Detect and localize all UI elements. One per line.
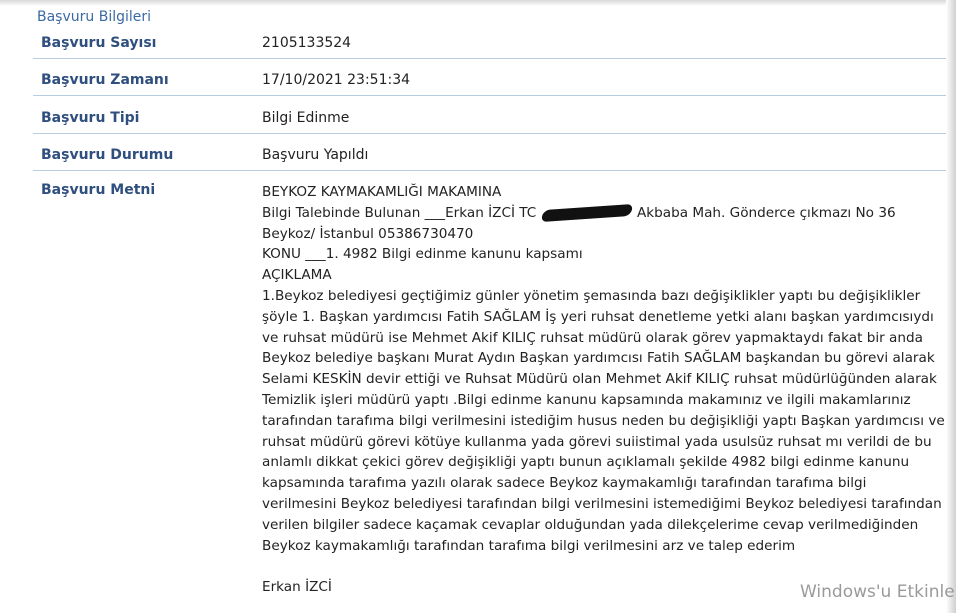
value-application-number: 2105133524 xyxy=(262,35,352,51)
text-line: BEYKOZ KAYMAKAMLIĞI MAKAMINA xyxy=(262,184,502,200)
value-application-type: Bilgi Edinme xyxy=(262,110,350,126)
text-line: Bilgi Talebinde Bulunan ___Erkan İZCİ TC… xyxy=(262,203,942,224)
row-application-text: Başvuru Metni BEYKOZ KAYMAKAMLIĞI MAKAMI… xyxy=(33,180,949,613)
label-application-text: Başvuru Metni xyxy=(41,182,156,198)
window-right-shadow xyxy=(946,0,956,613)
paragraph-line: kapsamında tarafıma yazılı olarak sadece… xyxy=(262,475,867,492)
text-line: Beykoz/ İstanbul 05386730470 xyxy=(262,225,474,242)
label-application-number: Başvuru Sayısı xyxy=(41,35,157,51)
text-segment: Bilgi Talebinde Bulunan ___Erkan İZCİ TC xyxy=(262,204,537,221)
paragraph-line: verilmesini Beykoz belediyesi tarafından… xyxy=(262,495,942,512)
paragraph-line: verilen bilgiler sadece kaçamak cevaplar… xyxy=(262,516,919,533)
paragraph-line: Beykoz kaymakamlığı tarafından tarafıma … xyxy=(262,537,796,554)
row-application-number: Başvuru Sayısı 2105133524 xyxy=(33,30,949,59)
section-title: Başvuru Bilgileri xyxy=(37,9,152,25)
text-segment: Akbaba Mah. Gönderce çıkmazı No 36 xyxy=(636,204,896,221)
text-line: AÇIKLAMA xyxy=(262,267,332,284)
paragraph-line: Selami KESKİN devir ettiği ve Ruhsat Müd… xyxy=(262,371,937,388)
row-application-status: Başvuru Durumu Başvuru Yapıldı xyxy=(33,142,949,171)
paragraph-line: 1.Beykoz belediyesi geçtiğimiz günler yö… xyxy=(262,287,921,304)
row-application-type: Başvuru Tipi Bilgi Edinme xyxy=(33,105,949,134)
application-text-body: BEYKOZ KAYMAKAMLIĞI MAKAMINA Bilgi Taleb… xyxy=(262,182,945,598)
redaction-scribble xyxy=(540,203,634,222)
paragraph-line: Beykoz belediye başkanı Murat Aydın Başk… xyxy=(262,350,935,367)
paragraph-line: Temizlik işleri müdürü yaptı .Bilgi edin… xyxy=(262,391,911,408)
windows-activation-watermark: Windows'u Etkinle xyxy=(800,582,955,602)
text-line: KONU ___1. 4982 Bilgi edinme kanunu kaps… xyxy=(262,246,583,263)
label-application-status: Başvuru Durumu xyxy=(41,147,174,163)
paragraph-line: ve ruhsat müdürü ise Mehmet Akif KILIÇ r… xyxy=(262,329,923,346)
application-info-panel: Başvuru Bilgileri Başvuru Sayısı 2105133… xyxy=(28,0,950,613)
value-application-time: 17/10/2021 23:51:34 xyxy=(262,72,411,88)
paragraph-line: ruhsat müdürü görevi kötüye kullanma yad… xyxy=(262,433,932,450)
paragraph-line: anlamlı dikkat çekici görev değişikliği … xyxy=(262,454,910,471)
label-application-type: Başvuru Tipi xyxy=(41,110,140,126)
paragraph-line: şöyle 1. Başkan yardımcısı Fatih SAĞLAM … xyxy=(262,308,934,325)
paragraph: 1.Beykoz belediyesi geçtiğimiz günler yö… xyxy=(262,286,945,556)
row-application-time: Başvuru Zamanı 17/10/2021 23:51:34 xyxy=(33,67,949,96)
value-application-status: Başvuru Yapıldı xyxy=(262,147,369,163)
paragraph-line: tarafından tarafıma bilgi verilmesini is… xyxy=(262,412,945,429)
label-application-time: Başvuru Zamanı xyxy=(41,72,169,88)
